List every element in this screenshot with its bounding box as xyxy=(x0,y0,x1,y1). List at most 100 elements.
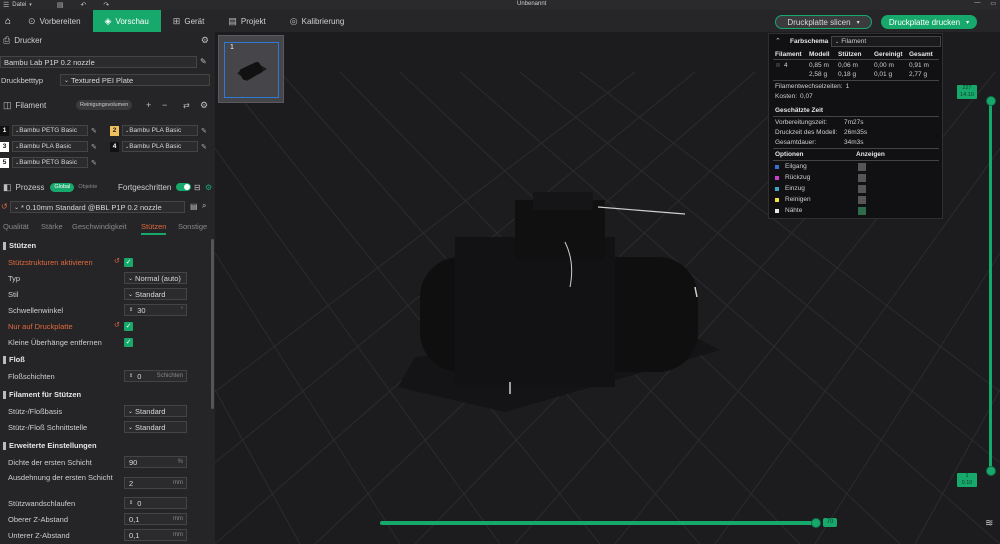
option-show-checkbox[interactable] xyxy=(858,163,866,171)
subtab-geschwindigkeit[interactable]: Geschwindigkeit xyxy=(72,222,127,231)
tab-kalibrierung[interactable]: ◎ Kalibrierung xyxy=(278,10,357,32)
support-style-select[interactable]: ⌄ Standard xyxy=(124,288,187,300)
advanced-toggle[interactable] xyxy=(176,183,191,191)
threshold-angle-input[interactable]: ⇕ 30 ° xyxy=(124,304,187,316)
filament-select[interactable]: ⌄ Bambu PLA Basic xyxy=(12,141,88,152)
support-filament-header-label: Filament für Stützen xyxy=(9,390,82,399)
save-icon[interactable]: ▤ xyxy=(190,202,198,211)
filament-item[interactable]: 2 ⌄ Bambu PLA Basic ✎ xyxy=(110,125,207,136)
edit-icon[interactable]: ✎ xyxy=(201,127,207,135)
home-icon: ⌂ xyxy=(5,15,12,27)
sync-icon[interactable]: ⇄ xyxy=(183,101,190,110)
edit-icon[interactable]: ✎ xyxy=(91,159,97,167)
color-scheme-select[interactable]: ⌄ Filament xyxy=(831,36,941,47)
build-plate-only-checkbox[interactable]: ✓ xyxy=(124,322,133,331)
tab-vorbereiten[interactable]: ⊙ Vorbereiten xyxy=(16,10,92,32)
purge-volume-button[interactable]: Reinigungsvolumen xyxy=(76,100,133,110)
layers-icon[interactable]: ≋ xyxy=(985,518,993,529)
filament-item[interactable]: 4 ⌄ Bambu PLA Basic ✎ xyxy=(110,141,207,152)
bed-type-select[interactable]: ⌄ Textured PEI Plate xyxy=(60,74,210,86)
layer-slider[interactable] xyxy=(989,98,992,471)
edit-icon[interactable]: ✎ xyxy=(91,127,97,135)
filament-item[interactable]: 3 ⌄ Bambu PLA Basic ✎ xyxy=(0,141,97,152)
first-layer-density-input[interactable]: 90% xyxy=(124,456,187,468)
print-plate-button[interactable]: Druckplatte drucken ▾ xyxy=(881,15,977,29)
compare-icon[interactable]: ⊟ xyxy=(194,183,201,192)
filament-color-swatch[interactable]: 1 xyxy=(0,125,9,136)
layer-slider-bottom-handle[interactable] xyxy=(986,466,996,476)
bottom-z-distance-input[interactable]: 0,1 mm xyxy=(124,529,187,541)
tab-projekt[interactable]: ▤ Projekt xyxy=(216,10,277,32)
filament-name: Bambu PLA Basic xyxy=(129,127,182,134)
support-wall-loops-value: 0 xyxy=(137,498,142,508)
edit-icon[interactable]: ✎ xyxy=(201,143,207,151)
move-slider[interactable] xyxy=(380,521,817,525)
layer-slider-top-handle[interactable] xyxy=(986,96,996,106)
file-menu[interactable]: Datei xyxy=(12,2,26,8)
collapse-icon[interactable]: ⌃ xyxy=(775,37,781,45)
save-icon[interactable]: ▤ xyxy=(57,1,64,9)
edit-icon[interactable]: ✎ xyxy=(91,143,97,151)
support-type-select[interactable]: ⌄ Normal (auto) xyxy=(124,272,187,284)
support-wall-loops-input[interactable]: ⇕ 0 xyxy=(124,497,187,509)
remove-icon[interactable]: − xyxy=(162,100,167,110)
remove-small-overhangs-checkbox[interactable]: ✓ xyxy=(124,338,133,347)
subtab-stuetzen[interactable]: Stützen xyxy=(141,222,167,235)
filament-select[interactable]: ⌄ Bambu PETG Basic xyxy=(12,157,88,168)
first-layer-expansion-input[interactable]: 2 mm xyxy=(124,477,187,489)
filament-select[interactable]: ⌄ Bambu PETG Basic xyxy=(12,125,88,136)
top-z-distance-input[interactable]: 0,1 mm xyxy=(124,513,187,525)
filament-select[interactable]: ⌄ Bambu PLA Basic xyxy=(122,125,198,136)
hamburger-icon[interactable]: ☰ xyxy=(3,1,9,9)
undo-icon[interactable]: ↶ xyxy=(80,1,86,9)
subtab-qualitaet[interactable]: Qualität xyxy=(3,222,29,231)
filament-item[interactable]: 1 ⌄ Bambu PETG Basic ✎ xyxy=(0,125,97,136)
raft-layers-input[interactable]: ⇕ 0 Schichten xyxy=(124,370,187,382)
maximize-icon[interactable]: ▭ xyxy=(990,0,996,7)
support-length: 0,06 m xyxy=(838,62,858,69)
process-preset-select[interactable]: ⌄ * 0.10mm Standard @BBL P1P 0.2 nozzle xyxy=(10,201,185,213)
gear-icon[interactable]: ⚙ xyxy=(200,100,208,111)
reset-icon[interactable]: ↺ xyxy=(114,321,120,329)
redo-icon[interactable]: ↷ xyxy=(103,1,109,9)
option-show-checkbox[interactable] xyxy=(858,185,866,193)
slice-plate-button[interactable]: Druckplatte slicen ▾ xyxy=(775,15,872,29)
filament-color-swatch[interactable]: 5 xyxy=(0,157,9,168)
tab-geraet[interactable]: ⊞ Gerät xyxy=(161,10,217,32)
global-toggle[interactable]: Global xyxy=(50,182,75,192)
enable-support-checkbox[interactable]: ✓ xyxy=(124,258,133,267)
printer-select[interactable]: Bambu Lab P1P 0.2 nozzle xyxy=(0,56,197,68)
subtab-sonstige[interactable]: Sonstige xyxy=(178,222,207,231)
option-show-checkbox[interactable] xyxy=(858,196,866,204)
sidebar-scrollbar[interactable] xyxy=(211,239,214,409)
tab-vorschau[interactable]: ◈ Vorschau xyxy=(92,10,161,32)
filament-item[interactable]: 5 ⌄ Bambu PETG Basic ✎ xyxy=(0,157,97,168)
threshold-angle-value: 30 xyxy=(137,305,146,315)
gear-icon[interactable]: ⚙ xyxy=(201,35,209,46)
search-icon[interactable]: ⌕ xyxy=(202,201,206,211)
plate-thumbnail[interactable]: 1 xyxy=(218,35,284,103)
cost-label: Kosten: xyxy=(775,93,798,100)
filament-color-swatch[interactable]: 3 xyxy=(0,141,9,152)
home-button[interactable]: ⌂ xyxy=(0,10,16,32)
filament-color-swatch[interactable]: 4 xyxy=(110,141,119,152)
objects-toggle[interactable]: Objekte xyxy=(78,184,97,190)
printer-icon: ⎙ xyxy=(3,34,11,45)
minimize-icon[interactable]: — xyxy=(974,0,980,7)
add-icon[interactable]: + xyxy=(146,100,151,110)
filament-color-swatch[interactable]: 2 xyxy=(110,125,119,136)
support-interface-select[interactable]: ⌄ Standard xyxy=(124,421,187,433)
option-show-checkbox[interactable] xyxy=(858,207,866,215)
edit-icon[interactable]: ✎ xyxy=(200,57,207,66)
subtab-staerke[interactable]: Stärke xyxy=(41,222,63,231)
settings-icon[interactable]: ⚙ xyxy=(205,183,212,192)
spinner-icon: ⇕ xyxy=(129,307,134,313)
support-base-label: Stütz-/Floßbasis xyxy=(8,407,63,416)
filament-select[interactable]: ⌄ Bambu PLA Basic xyxy=(122,141,198,152)
option-show-checkbox[interactable] xyxy=(858,174,866,182)
option-label: Eilgang xyxy=(785,163,807,170)
reset-icon[interactable]: ↺ xyxy=(1,202,8,211)
move-slider-handle[interactable] xyxy=(811,518,821,528)
reset-icon[interactable]: ↺ xyxy=(114,257,120,265)
support-base-select[interactable]: ⌄ Standard xyxy=(124,405,187,417)
